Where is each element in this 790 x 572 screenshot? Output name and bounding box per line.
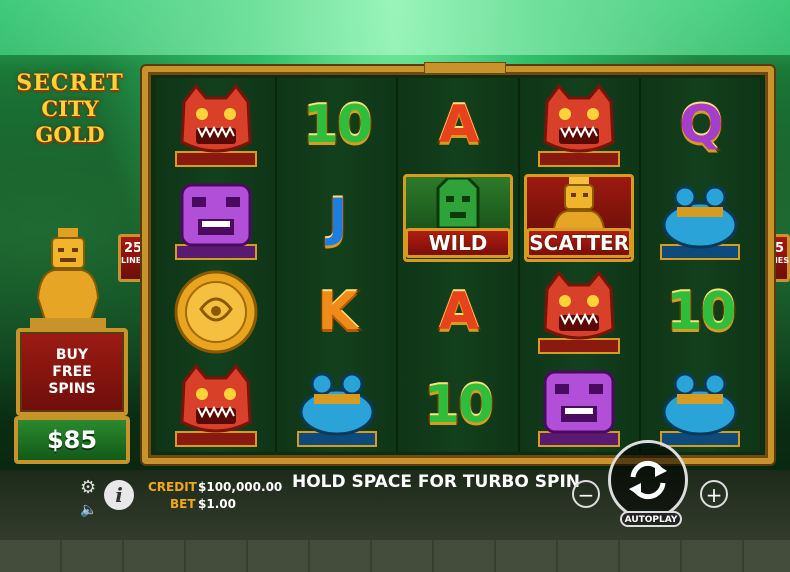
frog-idol-icon: [645, 361, 755, 449]
jaguar-mask-icon: [524, 268, 634, 356]
card-ten-text: 10: [665, 280, 738, 343]
status-message: HOLD SPACE FOR TURBO SPIN: [292, 472, 580, 492]
spin-arrows-icon: [629, 460, 667, 500]
buy-label-line3: SPINS: [48, 380, 96, 397]
frog-idol-icon: [282, 361, 392, 449]
reel-5: Q 10: [640, 78, 761, 452]
gold-coin-icon: [161, 268, 271, 356]
bet-label: BET: [170, 497, 196, 511]
purple-mask-icon: [161, 174, 271, 262]
game-logo: SECRET CITY GOLD: [4, 70, 136, 147]
decrease-bet-button[interactable]: −: [572, 480, 600, 508]
card-ten-text: 10: [422, 374, 495, 437]
frame-ornament: [424, 62, 506, 74]
info-button[interactable]: i: [104, 480, 134, 510]
gear-icon[interactable]: ⚙: [80, 478, 100, 498]
buy-price[interactable]: $85: [14, 416, 130, 464]
jaguar-mask-icon: [524, 81, 634, 169]
reel-2: 10 J K: [277, 78, 399, 452]
symbol-ten: 10: [645, 268, 755, 356]
reel-4: SCATTER: [519, 78, 641, 452]
background-floor-tiles: [0, 540, 790, 572]
symbol-queen: Q: [645, 81, 755, 169]
reel-frame: 10 J K A WILD A 10 SCATTER Q 10: [142, 62, 774, 464]
card-ten-text: 10: [301, 93, 374, 156]
symbol-ten: 10: [282, 81, 392, 169]
card-king-text: K: [316, 280, 359, 343]
logo-line2: CITY GOLD: [35, 96, 105, 147]
increase-bet-button[interactable]: +: [700, 480, 728, 508]
symbol-king: K: [282, 268, 392, 356]
wild-symbol: WILD: [403, 174, 513, 263]
symbol-jack: J: [282, 174, 392, 262]
bet-value: $1.00: [198, 497, 236, 511]
autoplay-button[interactable]: AUTOPLAY: [620, 511, 682, 527]
buy-label-line2: FREE: [52, 363, 92, 380]
frog-idol-icon: [645, 174, 755, 262]
reel-3: A WILD A 10: [398, 78, 520, 452]
speaker-icon[interactable]: 🔈: [80, 500, 100, 520]
symbol-ten: 10: [403, 361, 513, 449]
reel-1: [156, 78, 278, 452]
buy-free-spins-panel: BUY FREE SPINS $85: [12, 220, 130, 465]
reels: 10 J K A WILD A 10 SCATTER Q 10: [156, 78, 761, 452]
card-jack-text: J: [327, 187, 349, 250]
credit-value: $100,000.00: [198, 480, 283, 494]
wild-label: WILD: [405, 228, 511, 259]
jaguar-mask-icon: [161, 361, 271, 449]
jaguar-mask-icon: [161, 81, 271, 169]
buy-label-line1: BUY: [55, 346, 89, 363]
card-ace-text: A: [437, 93, 480, 156]
symbol-ace: A: [403, 81, 513, 169]
card-queen-text: Q: [678, 93, 725, 156]
symbol-ace: A: [403, 268, 513, 356]
golden-idol-icon: [30, 228, 106, 328]
credit-label: CREDIT: [148, 480, 197, 494]
logo-line1: SECRET: [16, 70, 124, 96]
background-glow: [0, 0, 790, 55]
scatter-label: SCATTER: [526, 228, 633, 259]
scatter-symbol: SCATTER: [524, 174, 635, 263]
spin-button[interactable]: [608, 440, 688, 520]
purple-mask-icon: [524, 361, 634, 449]
card-ace-text: A: [437, 280, 480, 343]
buy-free-spins-button[interactable]: BUY FREE SPINS: [16, 328, 128, 416]
